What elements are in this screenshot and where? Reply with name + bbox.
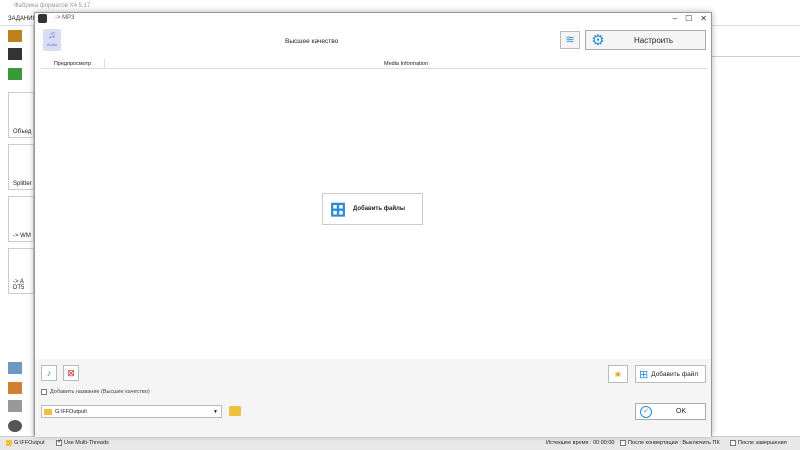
checkbox-icon bbox=[620, 440, 626, 446]
image-category-icon[interactable] bbox=[8, 362, 22, 374]
format-dialog: -> MP3 – ☐ ✕ ♫ Audio Высшее качество ≋ ⚙ … bbox=[34, 12, 712, 437]
add-file-icon: ⊞ bbox=[639, 368, 649, 381]
elapsed-label: Истекшее время : 00:00:00 bbox=[546, 440, 615, 446]
checkbox-icon bbox=[41, 389, 47, 395]
side-item-label: -> WM bbox=[13, 233, 31, 239]
side-item-label: -> A DT5 bbox=[13, 279, 25, 291]
audio-category-icon[interactable] bbox=[8, 68, 22, 80]
status-output-label: G:\FFOutput bbox=[14, 440, 45, 446]
left-toolbar: Объед Splitter -> WM -> A DT5 bbox=[0, 26, 34, 436]
dialog-titlebar: -> MP3 – ☐ ✕ bbox=[35, 13, 711, 25]
browse-folder-button[interactable] bbox=[228, 405, 242, 418]
add-folder-button[interactable]: ▣ bbox=[608, 365, 628, 383]
folder-icon bbox=[44, 408, 52, 415]
add-file-icon: ⊞ bbox=[329, 198, 347, 221]
column-media-info[interactable]: Media Information bbox=[105, 59, 707, 69]
output-path-select[interactable]: G:\FFOutput\ ▼ bbox=[41, 405, 222, 418]
add-name-checkbox[interactable]: Добавить название (Высшее качество) bbox=[41, 389, 150, 395]
configure-button[interactable]: ⚙ Настроить bbox=[585, 30, 706, 50]
dialog-title: -> MP3 bbox=[55, 15, 75, 21]
after-done-checkbox[interactable]: После завершения bbox=[730, 440, 787, 446]
remove-button[interactable]: ⊠ bbox=[63, 365, 79, 381]
ok-label: OK bbox=[676, 408, 687, 415]
side-item-dts[interactable]: -> A DT5 bbox=[8, 248, 34, 294]
video-category-icon[interactable] bbox=[8, 30, 22, 42]
layers-icon: ≋ bbox=[565, 34, 575, 46]
multi-threads-checkbox[interactable]: Use Multi-Threads bbox=[56, 438, 109, 446]
chevron-down-icon: ▼ bbox=[213, 408, 218, 415]
ok-button[interactable]: ✓ OK bbox=[635, 403, 706, 420]
side-item-label: Объед bbox=[13, 129, 32, 135]
elapsed-time: Истекшее время : 00:00:00 bbox=[546, 440, 614, 446]
add-file-button[interactable]: ⊞ Добавить файл bbox=[635, 365, 706, 383]
check-icon: ✓ bbox=[640, 405, 652, 418]
film-category-icon[interactable] bbox=[8, 48, 22, 60]
add-files-button[interactable]: ⊞ Добавить файлы bbox=[322, 193, 423, 225]
column-preview[interactable]: Предпросмотр bbox=[41, 59, 105, 69]
folder-add-icon: ▣ bbox=[614, 371, 622, 378]
side-item-splitter[interactable]: Splitter bbox=[8, 144, 34, 190]
side-item-label: Splitter bbox=[13, 181, 32, 187]
checkbox-icon bbox=[730, 440, 736, 446]
side-item-wm[interactable]: -> WM bbox=[8, 196, 34, 242]
multi-threads-label: Use Multi-Threads bbox=[64, 440, 109, 446]
delete-icon: ⊠ bbox=[67, 368, 75, 378]
music-note-icon: ♪ bbox=[46, 368, 52, 378]
side-item-merge[interactable]: Объед bbox=[8, 92, 34, 138]
status-output-folder[interactable]: G:\FFOutput bbox=[6, 440, 45, 446]
add-files-label: Добавить файлы bbox=[353, 206, 405, 212]
after-done-label: После завершения bbox=[738, 440, 787, 446]
file-list-header: Предпросмотр Media Information bbox=[41, 59, 707, 69]
document-category-icon[interactable] bbox=[8, 382, 22, 394]
folder-icon bbox=[6, 440, 12, 446]
output-path-value: G:\FFOutput\ bbox=[55, 408, 88, 415]
divider bbox=[712, 56, 800, 57]
folder-icon bbox=[229, 406, 241, 416]
right-panel bbox=[712, 26, 800, 436]
layers-button[interactable]: ≋ bbox=[560, 31, 580, 49]
disc-category-icon[interactable] bbox=[8, 400, 22, 412]
audio-format-icon: ♫ Audio bbox=[43, 29, 61, 51]
tools-category-icon[interactable] bbox=[8, 420, 22, 432]
maximize-button[interactable]: ☐ bbox=[685, 14, 692, 23]
audio-format-label: Audio bbox=[46, 42, 58, 47]
app-icon bbox=[38, 14, 47, 23]
gear-icon: ⚙ bbox=[591, 32, 605, 49]
audio-settings-button[interactable]: ♪ bbox=[41, 365, 57, 381]
configure-label: Настроить bbox=[634, 35, 674, 45]
menu-tasks[interactable]: ЗАДАНИЯ bbox=[8, 16, 37, 22]
checkbox-icon bbox=[56, 438, 62, 446]
minimize-button[interactable]: – bbox=[673, 14, 677, 23]
status-bar: G:\FFOutput Use Multi-Threads Истекшее в… bbox=[0, 436, 800, 450]
close-button[interactable]: ✕ bbox=[700, 14, 707, 23]
add-file-label: Добавить файл bbox=[651, 370, 699, 378]
after-convert-label: После конвертации : Выключить ПК bbox=[628, 440, 720, 446]
add-name-label: Добавить название (Высшее качество) bbox=[50, 389, 150, 395]
after-convert-checkbox[interactable]: После конвертации : Выключить ПК bbox=[620, 440, 720, 446]
quality-label: Высшее качество bbox=[285, 38, 339, 45]
